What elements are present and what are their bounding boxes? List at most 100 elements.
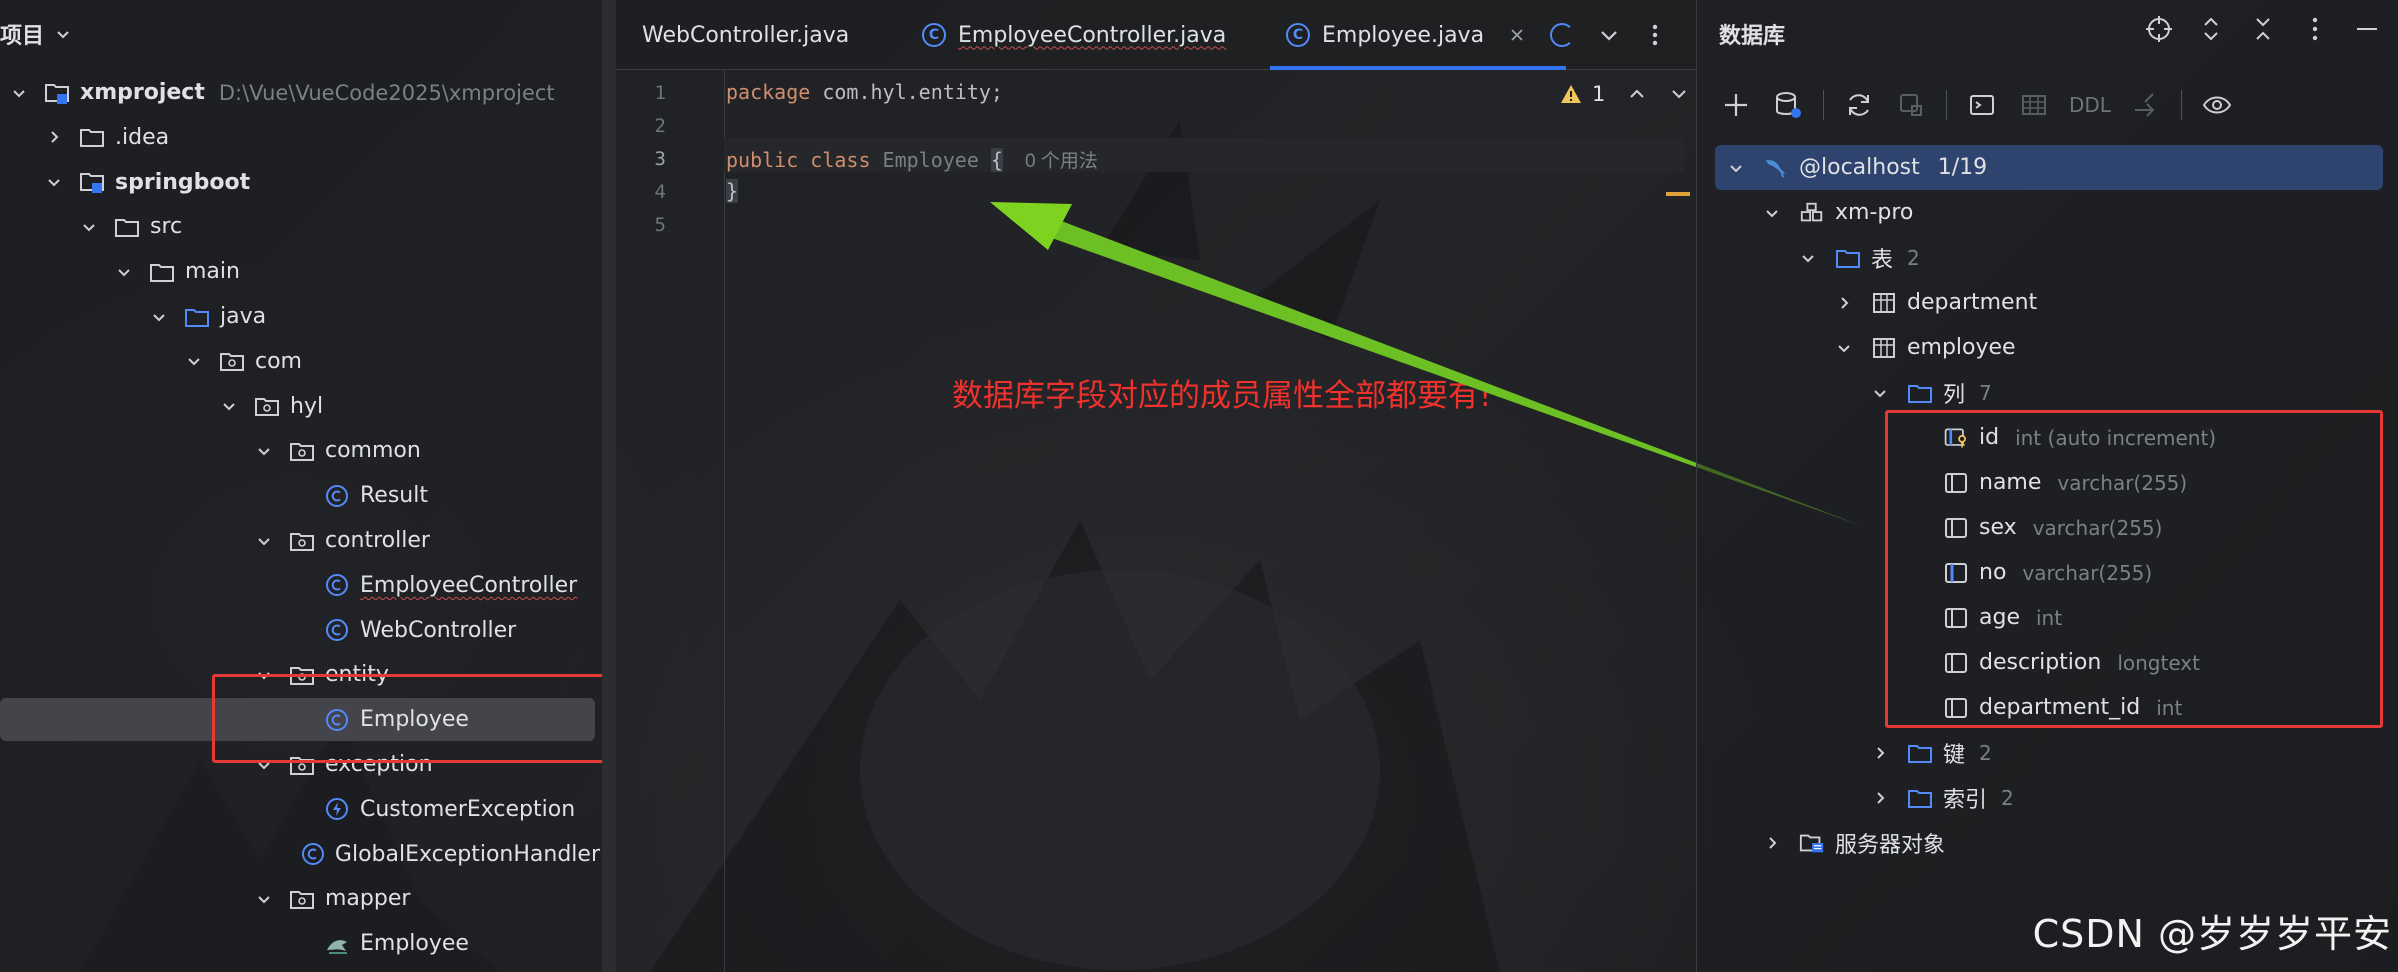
ddl-button[interactable]: DDL [2069,93,2111,117]
code-editor[interactable]: 1 2 3 4 5 package com.hyl.entity; public… [616,70,1696,972]
db-host[interactable]: @localhost 1/19 [1715,145,2383,190]
project-tool-window: 项目 xmproject D:\Vue\VueCode2025\xmproject… [0,0,614,972]
db-table-employee[interactable]: employee [1833,325,2016,370]
chevron-down-icon[interactable] [148,306,170,328]
package-icon [289,438,315,464]
disconnect-icon[interactable] [1894,88,1928,122]
item-count: 7 [1979,380,1992,405]
project-tree-item[interactable]: .idea [0,115,600,160]
jump-to-source-icon[interactable] [2129,88,2163,122]
expand-all-icon[interactable] [2196,14,2226,44]
package-icon [254,393,280,419]
left-splitter[interactable] [602,0,616,972]
folder-icon [114,214,140,240]
warning-icon [1561,85,1581,103]
tree-item-label: EmployeeController [360,572,578,598]
warning-stripe-marker[interactable] [1666,192,1690,196]
mybatis-mapper-icon [324,931,350,957]
chevron-down-icon[interactable] [253,440,275,462]
crosshair-icon[interactable] [2144,14,2174,44]
project-tree-item[interactable]: src [0,204,600,249]
mysql-icon [1763,155,1789,181]
chevron-right-icon[interactable] [1761,832,1783,854]
chevron-down-icon[interactable] [1797,247,1819,269]
project-tree-item[interactable]: Result [0,473,600,518]
project-tree-item[interactable]: springboot [0,160,600,205]
close-icon[interactable] [1508,26,1526,44]
inspection-widget[interactable]: 1 [1560,82,1689,106]
item-count: 1/19 [1937,155,1988,180]
chevron-down-icon[interactable] [1869,382,1891,404]
project-tree-item[interactable]: com [0,339,600,384]
chevron-right-icon[interactable] [1869,787,1891,809]
chevron-down-icon[interactable] [253,530,275,552]
project-tree-item[interactable]: WebController [0,608,600,653]
chevron-down-icon[interactable] [183,350,205,372]
module-folder-icon [44,80,70,106]
chevron-down-icon[interactable] [8,82,30,104]
collapse-all-icon[interactable] [2248,14,2278,44]
db-schema[interactable]: xm-pro [1761,190,1913,235]
view-options-icon[interactable] [2200,88,2234,122]
chevron-down-icon[interactable] [253,888,275,910]
columns-highlight-box [1885,410,2383,728]
chevron-right-icon[interactable] [1833,292,1855,314]
chevron-up-icon[interactable] [1627,84,1647,104]
line-number: 2 [654,115,666,137]
table-view-icon[interactable] [2017,88,2051,122]
tree-item-label: java [220,304,267,329]
db-columns-folder[interactable]: 列7 [1869,370,1992,415]
chevron-right-icon[interactable] [1869,742,1891,764]
minimize-icon[interactable] [2352,14,2382,44]
tab-employee[interactable]: C Employee.java [1269,0,1567,70]
project-title[interactable]: 项目 [0,14,72,54]
db-item-label: @localhost [1799,155,1920,180]
tree-item-label: .idea [115,124,170,150]
add-icon[interactable] [1719,88,1753,122]
tab-employeecontroller[interactable]: C EmployeeController.java [922,0,1226,70]
tab-overflow-partial[interactable] [1550,0,1574,70]
brace: { [990,148,1003,172]
chevron-down-icon[interactable] [1833,337,1855,359]
project-tree-item[interactable]: main [0,249,600,294]
more-options-icon[interactable] [1642,22,1668,48]
project-tree-item[interactable]: EmployeeController [0,563,600,608]
entity-highlight-box [212,674,614,763]
project-tree-item[interactable]: java [0,294,600,339]
refresh-icon[interactable] [1842,88,1876,122]
project-tree-item[interactable]: CustomerException [0,787,600,832]
query-console-icon[interactable] [1965,88,1999,122]
chevron-down-icon[interactable] [54,25,72,43]
package-icon [289,528,315,554]
chevron-down-icon[interactable] [1596,22,1622,48]
db-indexes-folder[interactable]: 索引 2 [1869,775,2014,820]
line-number: 5 [654,214,666,236]
project-tree-item[interactable]: controller [0,518,600,563]
chevron-down-icon[interactable] [78,216,100,238]
project-tree-item[interactable]: mapper [0,876,600,921]
chevron-down-icon[interactable] [113,261,135,283]
usages-inlay-hint[interactable]: 0 个用法 [1025,151,1098,172]
tab-webcontroller[interactable]: WebController.java [616,0,849,70]
project-tree-item[interactable]: Employee [0,921,600,966]
chevron-right-icon[interactable] [43,126,65,148]
chevron-down-icon[interactable] [1725,157,1747,179]
project-tree-item[interactable]: xmproject D:\Vue\VueCode2025\xmproject [0,70,600,115]
chevron-down-icon[interactable] [1761,202,1783,224]
more-options-icon[interactable] [2300,14,2330,44]
db-tables-folder[interactable]: 表2 [1797,235,1920,280]
db-keys-folder[interactable]: 键2 [1869,730,1992,775]
chevron-down-icon[interactable] [1669,84,1689,104]
line-number: 4 [654,181,666,203]
data-source-properties-icon[interactable] [1771,88,1805,122]
chevron-down-icon[interactable] [43,171,65,193]
chevron-down-icon[interactable] [218,395,240,417]
project-tree-item[interactable]: GlobalExceptionHandler [0,832,600,877]
project-tree-item[interactable]: hyl [0,384,600,429]
db-server-objects[interactable]: 服务器对象 [1761,820,1945,865]
project-tree-item[interactable]: common [0,428,600,473]
db-table-department[interactable]: department [1833,280,2037,325]
code-line-4: } [726,179,739,203]
